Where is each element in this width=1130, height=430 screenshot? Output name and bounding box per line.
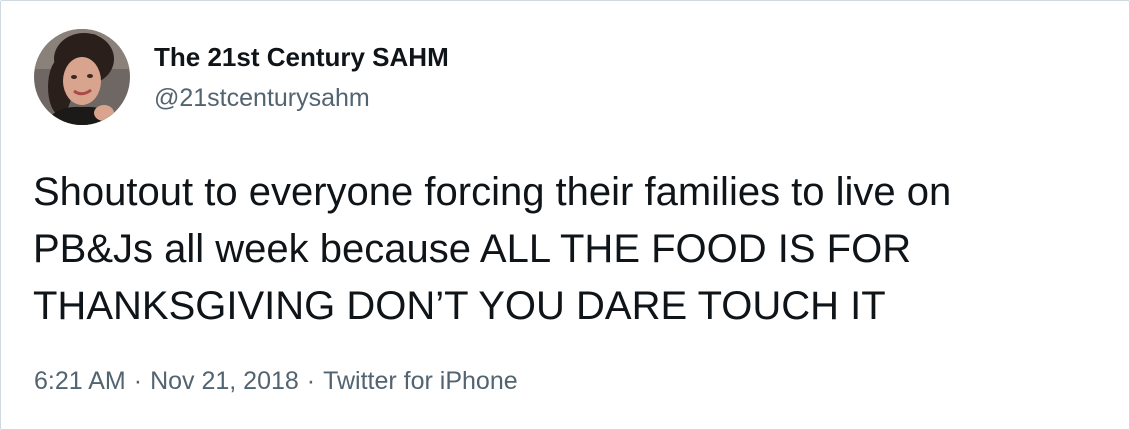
avatar[interactable]: [34, 29, 130, 125]
tweet-card: The 21st Century SAHM @21stcenturysahm S…: [0, 0, 1130, 430]
tweet-source[interactable]: Twitter for iPhone: [323, 367, 518, 395]
separator: ·: [133, 367, 143, 395]
tweet-date[interactable]: Nov 21, 2018: [150, 367, 299, 395]
separator: ·: [306, 367, 316, 395]
tweet-meta: 6:21 AM · Nov 21, 2018 · Twitter for iPhone: [34, 366, 518, 396]
tweet-text-line: Shoutout to everyone forcing their famil…: [33, 170, 952, 214]
author-display-name[interactable]: The 21st Century SAHM: [154, 41, 449, 73]
tweet-text-line: PB&Js all week because ALL THE FOOD IS F…: [33, 227, 912, 271]
tweet-text-line: THANKSGIVING DON’T YOU DARE TOUCH IT: [33, 284, 886, 328]
author-handle[interactable]: @21stcenturysahm: [154, 83, 370, 113]
profile-photo-icon: [34, 29, 130, 125]
tweet-text: Shoutout to everyone forcing their famil…: [33, 164, 1113, 335]
tweet-time[interactable]: 6:21 AM: [34, 367, 126, 395]
